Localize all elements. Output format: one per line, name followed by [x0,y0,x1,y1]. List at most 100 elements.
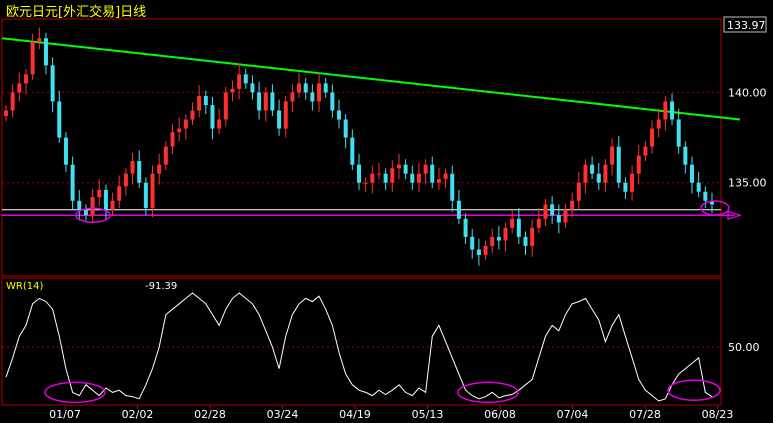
candle-body [137,161,142,183]
candle-body [570,200,575,210]
candle-body [277,110,282,129]
candle-body [150,173,155,208]
candle-body [143,182,148,208]
candle-body [503,227,508,241]
candle-body [516,218,521,237]
x-tick-label: 03/24 [267,408,299,421]
candle-body [690,164,695,183]
candle-body [550,204,555,216]
candle-body [583,164,588,183]
wr-highlight-ellipse [667,379,721,401]
candle-body [603,164,608,183]
x-tick-label: 05/13 [412,408,444,421]
candle-body [416,173,421,183]
candle-body [197,96,202,111]
candle-body [170,132,175,147]
candle-body [670,101,675,120]
resistance-trendline [1,37,741,121]
candle-body [283,101,288,129]
candle-body [337,110,342,120]
x-tick-label: 04/19 [339,408,371,421]
x-tick-label: 02/02 [122,408,154,421]
candle-body [703,191,708,201]
candle-body [590,164,595,174]
x-tick-label: 08/23 [702,408,734,421]
candle-body [103,189,108,210]
candle-body [190,110,195,120]
candle-body [50,65,55,102]
candle-body [323,83,328,93]
x-tick-label: 01/07 [49,408,81,421]
candle-body [290,92,295,102]
candle-body [436,179,441,183]
candle-body [77,200,82,210]
candle-body [656,119,661,129]
candle-body [263,92,268,111]
candle-body [303,83,308,93]
candle-body [456,200,461,219]
candle-body [390,168,395,183]
candle-body [30,41,35,75]
candle-body [110,200,115,210]
candle-body [343,119,348,138]
forex-chart: 140.00 135.00 133.97 WR(14) -91.39 50.00 01/07… [1,16,767,421]
candle-body [543,204,548,219]
candle-body [317,83,322,102]
candle-body [636,155,641,174]
candle-body [410,173,415,183]
candle-body [130,161,135,174]
candle-body [63,137,68,165]
candle-body [430,164,435,183]
wr-chart-frame [1,277,722,406]
candle-body [630,173,635,192]
x-tick-label: 07/04 [557,408,589,421]
candle-body [237,74,242,89]
candle-body [4,110,8,116]
candle-body [90,197,95,216]
candle-body [363,182,368,184]
candle-body [297,83,302,93]
candle-body [123,173,128,187]
x-tick-label: 02/28 [194,408,226,421]
candle-body [476,249,481,255]
candle-body [203,96,208,106]
candle-body [650,128,655,147]
candle-body [370,173,375,183]
candle-body [350,137,355,165]
candle-body [23,74,28,84]
candle-body [117,186,122,201]
candle-body [450,173,455,201]
wr-tick-label: 50.00 [728,341,760,354]
candle-body [310,92,315,102]
candle-body [376,173,381,175]
candle-body [556,215,561,223]
candle-body [163,146,168,165]
candle-body [183,119,188,129]
x-tick-label: 07/28 [629,408,661,421]
candle-body [643,146,648,156]
candle-body [403,164,408,174]
candle-body [423,164,428,174]
wr-value-label: -91.39 [145,281,177,292]
candle-body [57,101,62,138]
candle-body [496,236,501,241]
candle-body [230,88,235,93]
price-tick-label: 135.00 [728,177,767,190]
candle-body [383,173,388,183]
candle-body [157,164,162,174]
candle-body [576,182,581,201]
candle-body [443,173,448,180]
candle-body [530,227,535,246]
candle-body [596,173,601,183]
candle-body [270,92,275,111]
candle-body [490,236,495,246]
candle-body [70,164,75,201]
candle-body [217,119,222,129]
candle-body [257,92,262,111]
candle-body [663,101,668,120]
candle-body [616,146,621,183]
candle-body [623,182,628,192]
current-price-label: 133.97 [727,19,766,32]
candle-body [97,189,102,198]
candle-body [177,128,182,133]
